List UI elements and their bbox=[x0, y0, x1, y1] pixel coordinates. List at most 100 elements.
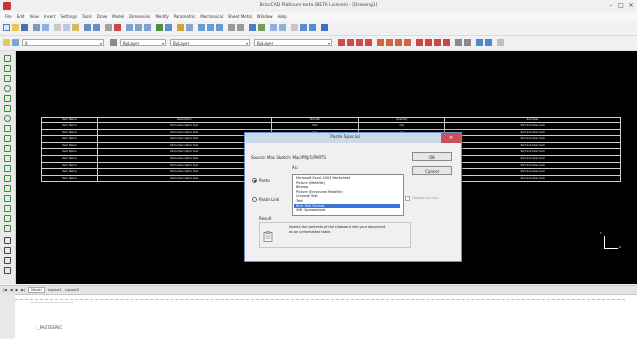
ucs-icon[interactable] bbox=[291, 24, 298, 31]
help-icon[interactable] bbox=[249, 24, 256, 31]
layer-previous-icon[interactable] bbox=[110, 39, 117, 46]
mirror-icon[interactable] bbox=[404, 39, 411, 46]
draw-insert-icon[interactable] bbox=[4, 267, 11, 274]
draw-table-icon[interactable] bbox=[4, 225, 11, 232]
trim-icon[interactable] bbox=[416, 39, 423, 46]
snap-icon[interactable] bbox=[258, 24, 265, 31]
layer-combo[interactable]: 0 bbox=[22, 39, 104, 47]
zoom-window-icon[interactable] bbox=[144, 24, 151, 31]
paste-radio-label[interactable]: Paste bbox=[259, 178, 270, 183]
menu-file[interactable]: File bbox=[5, 14, 12, 19]
delete-icon[interactable] bbox=[114, 24, 121, 31]
command-panel-grip[interactable] bbox=[0, 294, 15, 338]
fillet-icon[interactable] bbox=[434, 39, 441, 46]
draw-boundary-icon[interactable] bbox=[4, 215, 11, 222]
layer-freeze-icon[interactable] bbox=[12, 39, 19, 46]
draw-mtext-icon[interactable] bbox=[4, 247, 11, 254]
cut-icon[interactable] bbox=[54, 24, 61, 31]
draw-circle-icon[interactable] bbox=[4, 85, 11, 92]
array-icon[interactable] bbox=[464, 39, 471, 46]
undo-icon[interactable] bbox=[84, 24, 91, 31]
draw-arc-icon[interactable] bbox=[4, 75, 11, 82]
table-icon[interactable] bbox=[300, 24, 307, 31]
draw-line-icon[interactable] bbox=[4, 55, 11, 62]
block-icon[interactable] bbox=[309, 24, 316, 31]
shade-icon[interactable] bbox=[279, 24, 286, 31]
view-top-icon[interactable] bbox=[207, 24, 214, 31]
menu-window[interactable]: Window bbox=[257, 14, 273, 19]
tab-nav-first[interactable]: |◀ bbox=[3, 288, 7, 292]
menu-sheet-metal[interactable]: Sheet Metal bbox=[228, 14, 252, 19]
dialog-close-button[interactable]: ✕ bbox=[441, 133, 461, 143]
hatch-icon[interactable] bbox=[485, 39, 492, 46]
polyline-icon[interactable] bbox=[347, 39, 354, 46]
draw-spline-icon[interactable] bbox=[4, 125, 11, 132]
arc-icon[interactable] bbox=[356, 39, 363, 46]
command-prompt[interactable]: : _PASTESPEC bbox=[35, 325, 62, 330]
save-icon[interactable] bbox=[21, 24, 28, 31]
move-icon[interactable] bbox=[377, 39, 384, 46]
layer-state-icon[interactable] bbox=[3, 39, 10, 46]
draw-point-icon[interactable] bbox=[4, 135, 11, 142]
draw-ellipse-icon[interactable] bbox=[4, 115, 11, 122]
draw-polyline-icon[interactable] bbox=[4, 65, 11, 72]
properties-icon[interactable] bbox=[165, 24, 172, 31]
view-front-icon[interactable] bbox=[216, 24, 223, 31]
offset-icon[interactable] bbox=[455, 39, 462, 46]
paste-link-radio-label[interactable]: Paste Link bbox=[259, 197, 279, 202]
dialog-title-bar[interactable]: Paste Special ✕ bbox=[245, 133, 461, 143]
circle-icon[interactable] bbox=[365, 39, 372, 46]
redo-icon[interactable] bbox=[93, 24, 100, 31]
draw-text-icon[interactable] bbox=[4, 237, 11, 244]
menu-settings[interactable]: Settings bbox=[60, 14, 76, 19]
draw-block-icon[interactable] bbox=[4, 257, 11, 264]
maximize-button[interactable]: □ bbox=[616, 1, 626, 10]
draw-polygon-icon[interactable] bbox=[4, 105, 11, 112]
display-as-icon-checkbox[interactable] bbox=[405, 196, 410, 201]
chamfer-icon[interactable] bbox=[443, 39, 450, 46]
menu-view[interactable]: View bbox=[29, 14, 39, 19]
tab-nav-last[interactable]: ▶| bbox=[21, 288, 25, 292]
paste-as-option[interactable]: XML Spreadsheet bbox=[294, 208, 400, 213]
view-3d-icon[interactable] bbox=[198, 24, 205, 31]
text-icon[interactable] bbox=[476, 39, 483, 46]
tab-layout1[interactable]: Layout1 bbox=[48, 288, 62, 292]
draw-region-icon[interactable] bbox=[4, 155, 11, 162]
layers-icon[interactable] bbox=[156, 24, 163, 31]
draw-donut-icon[interactable] bbox=[4, 165, 11, 172]
print-preview-icon[interactable] bbox=[42, 24, 49, 31]
draw-revcloud-icon[interactable] bbox=[4, 195, 11, 202]
ok-button[interactable]: OK bbox=[412, 152, 452, 161]
menu-insert[interactable]: Insert bbox=[44, 14, 55, 19]
tab-layout2[interactable]: Layout2 bbox=[65, 288, 79, 292]
draw-rectangle-icon[interactable] bbox=[4, 95, 11, 102]
menu-model[interactable]: Model bbox=[112, 14, 124, 19]
paste-link-radio[interactable] bbox=[252, 197, 257, 202]
pan-icon[interactable] bbox=[126, 24, 133, 31]
measure-icon[interactable] bbox=[228, 24, 235, 31]
menu-draw[interactable]: Draw bbox=[97, 14, 107, 19]
menu-edit[interactable]: Edit bbox=[17, 14, 25, 19]
render-icon[interactable] bbox=[186, 24, 193, 31]
copy-icon[interactable] bbox=[63, 24, 70, 31]
menu-modify[interactable]: Modify bbox=[155, 14, 168, 19]
menu-tools[interactable]: Tools bbox=[82, 14, 92, 19]
cancel-button[interactable]: Cancel bbox=[412, 166, 452, 175]
menu-help[interactable]: Help bbox=[278, 14, 287, 19]
draw-ray-icon[interactable] bbox=[4, 175, 11, 182]
menu-parametric[interactable]: Parametric bbox=[174, 14, 196, 19]
line-draw-icon[interactable] bbox=[338, 39, 345, 46]
paste-icon[interactable] bbox=[72, 24, 79, 31]
lineweight-combo[interactable]: ByLayer bbox=[254, 39, 332, 47]
distance-icon[interactable] bbox=[237, 24, 244, 31]
visual-style-icon[interactable] bbox=[270, 24, 277, 31]
scale-icon[interactable] bbox=[395, 39, 402, 46]
draw-hatch-icon[interactable] bbox=[4, 145, 11, 152]
dimension-icon[interactable] bbox=[497, 39, 504, 46]
open-folder-icon[interactable] bbox=[12, 24, 19, 31]
explorer-icon[interactable] bbox=[177, 24, 184, 31]
minimize-button[interactable]: – bbox=[606, 1, 616, 10]
tab-nav-prev[interactable]: ◀ bbox=[10, 288, 13, 292]
zoom-realtime-icon[interactable] bbox=[135, 24, 142, 31]
sheet-set-icon[interactable] bbox=[321, 24, 328, 31]
